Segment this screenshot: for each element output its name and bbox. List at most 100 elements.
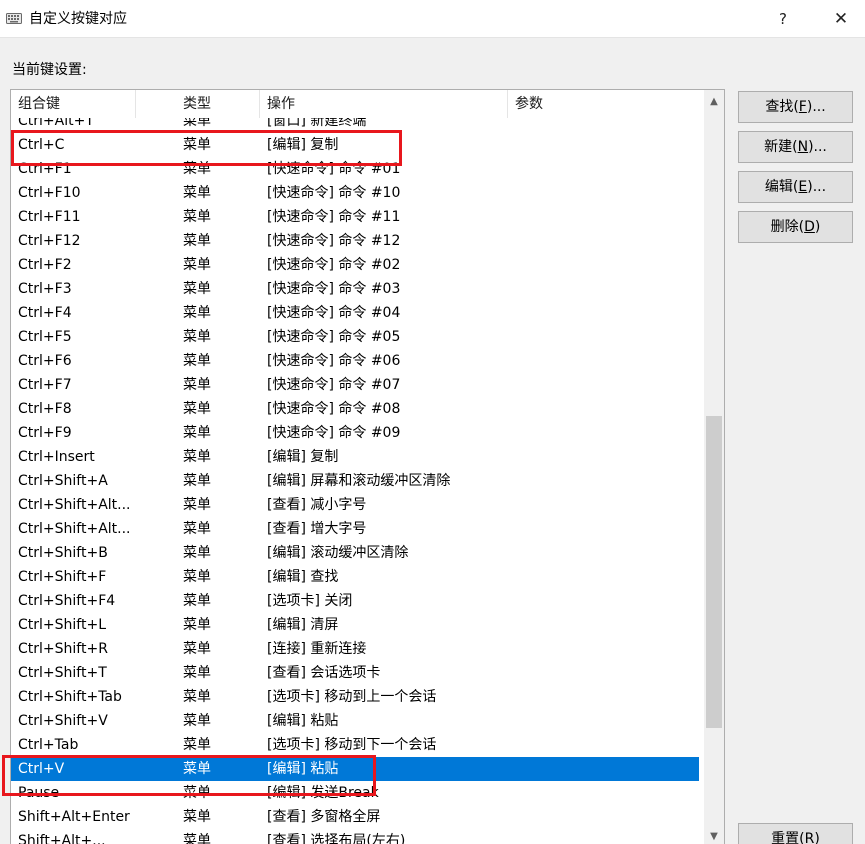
cell-operation: [快速命令] 命令 #10 [267,185,401,201]
cell-key: Ctrl+Tab [18,737,79,753]
table-row[interactable]: Ctrl+Shift+R 菜单 [连接] 重新连接 [11,637,699,661]
table-row[interactable]: Ctrl+F7 菜单 [快速命令] 命令 #07 [11,373,699,397]
cell-key: Ctrl+F2 [18,257,72,273]
cell-key: Shift+Alt+Enter [18,809,130,825]
table-row[interactable]: Pause 菜单 [编辑] 发送Break [11,781,699,805]
cell-operation: [编辑] 查找 [267,569,339,585]
column-header-type[interactable]: 类型 [176,90,260,118]
new-button-label: 新建( [764,139,798,155]
cell-key: Ctrl+Shift+Tab [18,689,122,705]
cell-type: 菜单 [183,761,211,777]
table-row[interactable]: Ctrl+Shift+Alt... 菜单 [查看] 增大字号 [11,517,699,541]
table-row[interactable]: Ctrl+F8 菜单 [快速命令] 命令 #08 [11,397,699,421]
scroll-thumb[interactable] [706,416,722,728]
title-bar: 自定义按键对应 ? ✕ [0,0,865,38]
table-row[interactable]: Ctrl+F6 菜单 [快速命令] 命令 #06 [11,349,699,373]
table-row[interactable]: Ctrl+Tab 菜单 [选项卡] 移动到下一个会话 [11,733,699,757]
table-row[interactable]: Ctrl+Shift+Tab 菜单 [选项卡] 移动到上一个会话 [11,685,699,709]
delete-button-accesskey: D [804,219,815,235]
cell-key: Shift+Alt+... [18,833,106,844]
keyboard-icon [6,13,22,24]
cell-type: 菜单 [183,281,211,297]
edit-button[interactable]: 编辑(E)... [738,171,853,203]
cell-type: 菜单 [183,305,211,321]
cell-operation: [编辑] 复制 [267,449,339,465]
cell-operation: [快速命令] 命令 #02 [267,257,401,273]
cell-operation: [查看] 多窗格全屏 [267,809,381,825]
cell-key: Ctrl+F6 [18,353,72,369]
cell-operation: [快速命令] 命令 #01 [267,161,401,177]
table-row[interactable]: Ctrl+Shift+F 菜单 [编辑] 查找 [11,565,699,589]
key-mapping-list[interactable]: 组合键 类型 操作 参数 Ctrl+Alt+T 菜单 [窗口] 新建终端 Ctrl+C… [10,89,725,844]
cell-operation: [快速命令] 命令 #04 [267,305,401,321]
cell-type: 菜单 [183,353,211,369]
table-row[interactable]: Shift+Alt+... 菜单 [查看] 选择布局(左右) [11,829,699,844]
new-button-suffix: )... [808,139,827,155]
cell-operation: [快速命令] 命令 #11 [267,209,401,225]
table-row[interactable]: Ctrl+Shift+L 菜单 [编辑] 清屏 [11,613,699,637]
cell-type: 菜单 [183,569,211,585]
table-row[interactable]: Ctrl+F11 菜单 [快速命令] 命令 #11 [11,205,699,229]
find-button[interactable]: 查找(F)... [738,91,853,123]
find-button-suffix: )... [806,99,826,115]
cell-type: 菜单 [183,497,211,513]
cell-key: Ctrl+Shift+Alt... [18,521,131,537]
scroll-up-icon[interactable]: ▲ [704,92,724,112]
cell-type: 菜单 [183,473,211,489]
table-row[interactable]: Ctrl+Shift+F4 菜单 [选项卡] 关闭 [11,589,699,613]
column-header-param[interactable]: 参数 [508,90,699,118]
cell-key: Ctrl+F4 [18,305,72,321]
delete-button-suffix: ) [814,219,821,235]
table-row[interactable]: Ctrl+F10 菜单 [快速命令] 命令 #10 [11,181,699,205]
cell-key: Ctrl+Insert [18,449,95,465]
delete-button[interactable]: 删除(D) [738,211,853,243]
cell-type: 菜单 [183,118,211,129]
column-header-key[interactable]: 组合键 [11,90,136,118]
table-row[interactable]: Ctrl+Alt+T 菜单 [窗口] 新建终端 [11,118,699,133]
scroll-down-icon[interactable]: ▼ [704,827,724,844]
cell-type: 菜单 [183,665,211,681]
cell-key: Ctrl+F1 [18,161,72,177]
edit-button-suffix: )... [807,179,827,195]
table-row[interactable]: Ctrl+F12 菜单 [快速命令] 命令 #12 [11,229,699,253]
cell-operation: [连接] 重新连接 [267,641,367,657]
cell-key: Ctrl+F8 [18,401,72,417]
table-row[interactable]: Shift+Alt+Enter 菜单 [查看] 多窗格全屏 [11,805,699,829]
column-header-operation[interactable]: 操作 [260,90,508,118]
reset-button-label: 重置( [771,831,805,844]
table-row[interactable]: Ctrl+Shift+T 菜单 [查看] 会话选项卡 [11,661,699,685]
cell-operation: [查看] 减小字号 [267,497,367,513]
cell-operation: [编辑] 复制 [267,137,339,153]
cell-key: Ctrl+F5 [18,329,72,345]
table-row[interactable]: Ctrl+Shift+V 菜单 [编辑] 粘贴 [11,709,699,733]
find-button-label: 查找( [765,99,799,115]
cell-operation: [选项卡] 移动到上一个会话 [267,689,437,705]
table-row[interactable]: Ctrl+F3 菜单 [快速命令] 命令 #03 [11,277,699,301]
table-row[interactable]: Ctrl+Shift+Alt... 菜单 [查看] 减小字号 [11,493,699,517]
cell-key: Ctrl+Shift+R [18,641,108,657]
new-button[interactable]: 新建(N)... [738,131,853,163]
cell-type: 菜单 [183,785,211,801]
cell-type: 菜单 [183,257,211,273]
cell-operation: [查看] 增大字号 [267,521,367,537]
cell-type: 菜单 [183,809,211,825]
table-row[interactable]: Ctrl+V 菜单 [编辑] 粘贴 [11,757,699,781]
table-row[interactable]: Ctrl+Insert 菜单 [编辑] 复制 [11,445,699,469]
close-button[interactable]: ✕ [818,0,864,38]
reset-button-accesskey: R [804,831,815,844]
vertical-scrollbar[interactable]: ▲ ▼ [704,90,724,844]
table-row[interactable]: Ctrl+Shift+A 菜单 [编辑] 屏幕和滚动缓冲区清除 [11,469,699,493]
table-row[interactable]: Ctrl+F5 菜单 [快速命令] 命令 #05 [11,325,699,349]
delete-button-label: 删除( [770,219,805,235]
table-row[interactable]: Ctrl+Shift+B 菜单 [编辑] 滚动缓冲区清除 [11,541,699,565]
cell-key: Ctrl+Shift+Alt... [18,497,131,513]
reset-button[interactable]: 重置(R) [738,823,853,844]
help-button[interactable]: ? [760,0,806,38]
table-row[interactable]: Ctrl+F2 菜单 [快速命令] 命令 #02 [11,253,699,277]
table-row[interactable]: Ctrl+F1 菜单 [快速命令] 命令 #01 [11,157,699,181]
table-row[interactable]: Ctrl+C 菜单 [编辑] 复制 [11,133,699,157]
table-row[interactable]: Ctrl+F4 菜单 [快速命令] 命令 #04 [11,301,699,325]
table-row[interactable]: Ctrl+F9 菜单 [快速命令] 命令 #09 [11,421,699,445]
list-body: Ctrl+Alt+T 菜单 [窗口] 新建终端 Ctrl+C 菜单 [编辑] 复制 Ctrl… [11,118,699,844]
cell-operation: [查看] 选择布局(左右) [267,833,406,844]
